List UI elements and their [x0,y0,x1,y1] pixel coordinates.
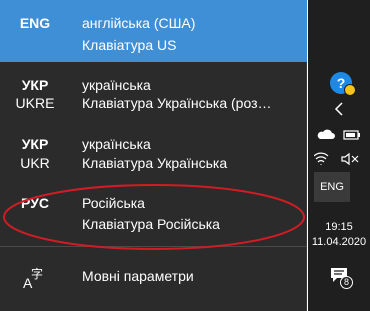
language-code: УКР [21,136,49,152]
clock-date[interactable]: 11.04.2020 [308,236,370,248]
volume-muted-icon [341,152,359,166]
taskbar-tray: ? ENG 19:15 11.04.2020 8 [308,0,370,311]
language-code: РУС [21,195,49,211]
svg-text:字: 字 [31,266,43,281]
battery-icon [343,130,360,140]
network-volume-row [308,152,370,171]
language-item-rus[interactable]: РУС Російська Клавіатура Російська [0,186,307,248]
language-subcode: UKR [20,155,50,171]
wifi-icon [313,152,329,165]
notification-count-badge: 8 [340,276,353,289]
language-name: українська [82,136,151,152]
language-name: англійська (США) [82,15,196,31]
keyboard-layout: Клавіатура US [82,37,177,53]
onedrive-cloud-icon[interactable] [314,128,364,142]
settings-label: Мовні параметри [82,268,194,284]
language-item-ukr[interactable]: УКР UKR українська Клавіатура Українська [0,124,307,186]
language-settings-icon: A 字 [22,265,48,291]
help-badge-icon [344,84,356,96]
keyboard-layout: Клавіатура Українська [82,155,228,171]
language-indicator[interactable]: ENG [314,172,350,202]
language-code: ENG [19,15,51,31]
keyboard-layout: Клавіатура Українська (роз… [82,95,272,111]
language-flyout: ENG англійська (США) Клавіатура US УКР U… [0,0,307,311]
language-item-ukr-extended[interactable]: УКР UKRE українська Клавіатура Українськ… [0,62,307,124]
action-center-icon[interactable]: 8 [329,266,353,290]
language-code: УКР [21,77,49,93]
screen: ENG англійська (США) Клавіатура US УКР U… [0,0,370,311]
language-name: Російська [82,195,145,211]
clock-time[interactable]: 19:15 [308,221,370,233]
show-hidden-icons-chevron-icon[interactable] [308,102,370,121]
language-settings-link[interactable]: A 字 Мовні параметри [0,247,307,309]
language-subcode: UKRE [15,95,55,111]
keyboard-layout: Клавіатура Російська [82,216,220,232]
tray-icons-row [308,128,370,147]
language-item-eng-us[interactable]: ENG англійська (США) Клавіатура US [0,0,307,62]
language-name: українська [82,77,151,93]
